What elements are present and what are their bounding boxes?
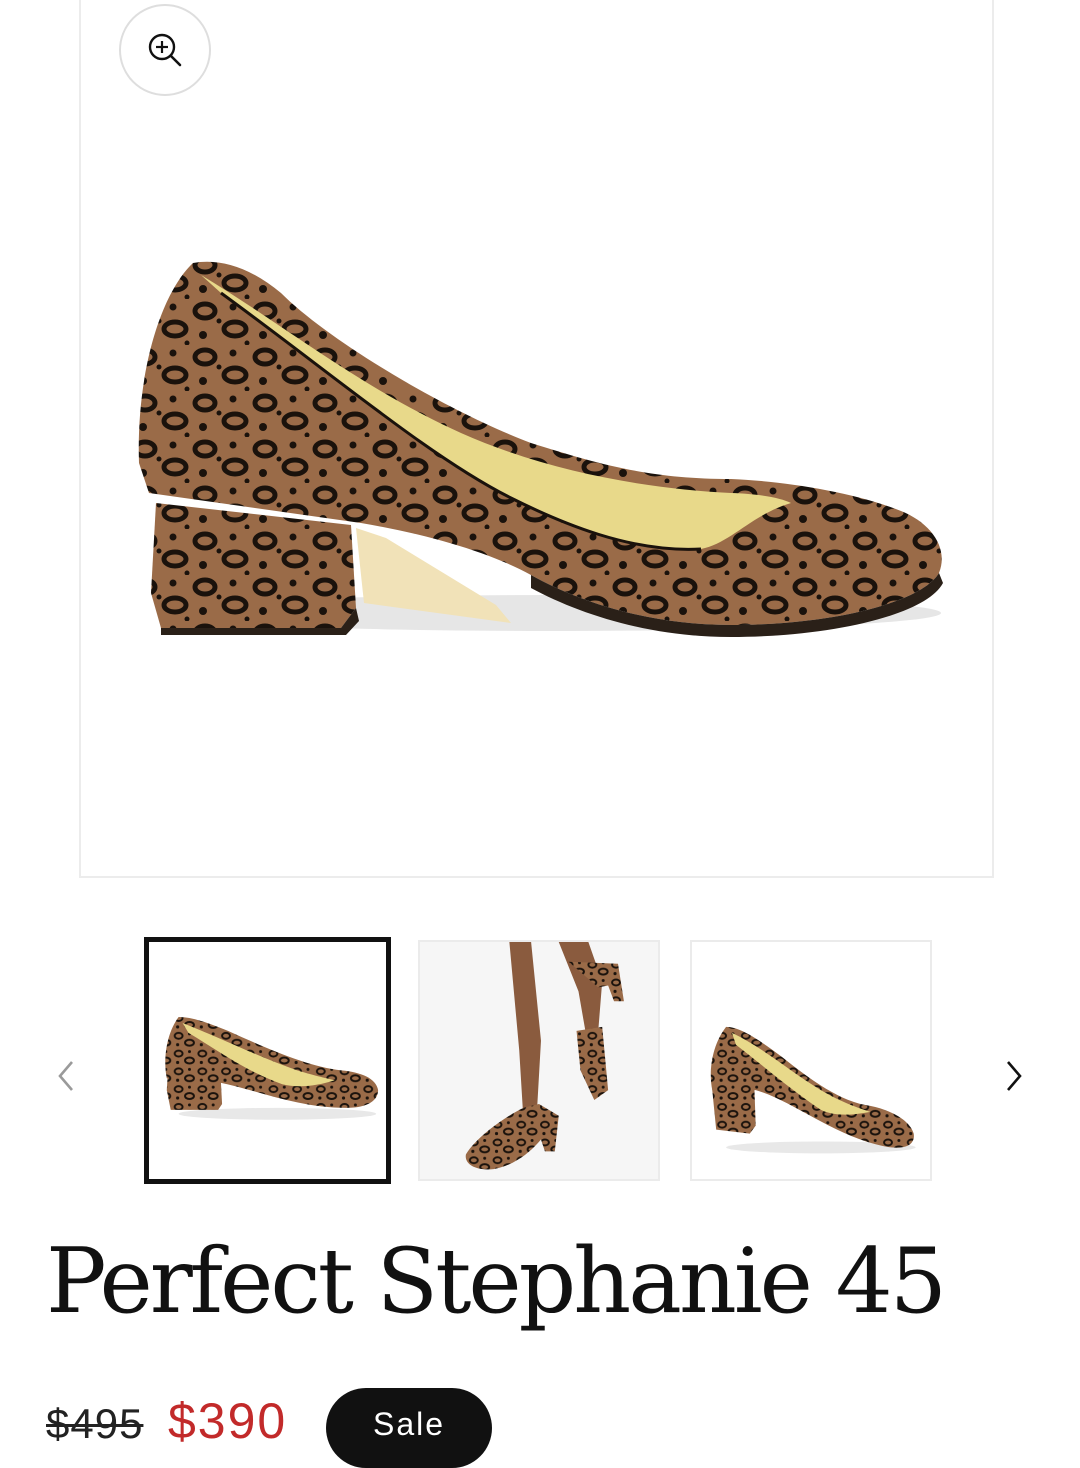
thumbnail-carousel	[0, 936, 1080, 1186]
price-row: $495 $390 Sale	[46, 1386, 1046, 1468]
product-title: Perfect Stephanie 45	[46, 1229, 947, 1334]
zoom-button[interactable]	[119, 4, 211, 96]
sale-badge: Sale	[326, 1388, 492, 1468]
sale-price: $390	[168, 1393, 288, 1449]
leopard-pump-thumbnail	[165, 1017, 379, 1120]
main-product-image[interactable]	[79, 0, 994, 878]
thumbnail-1[interactable]	[144, 937, 391, 1184]
model-wearing-pumps-thumbnail	[465, 942, 624, 1170]
chevron-left-icon	[58, 1061, 73, 1091]
zoom-in-icon	[148, 33, 182, 67]
carousel-prev-button[interactable]	[46, 1056, 86, 1096]
carousel-next-button[interactable]	[994, 1056, 1034, 1096]
thumbnail-2[interactable]	[418, 940, 660, 1181]
leopard-pump-image	[138, 261, 943, 637]
thumbnail-3[interactable]	[690, 940, 932, 1181]
original-price: $495	[46, 1400, 144, 1447]
chevron-right-icon	[1007, 1061, 1022, 1091]
leopard-pump-angle-thumbnail	[710, 1026, 916, 1154]
